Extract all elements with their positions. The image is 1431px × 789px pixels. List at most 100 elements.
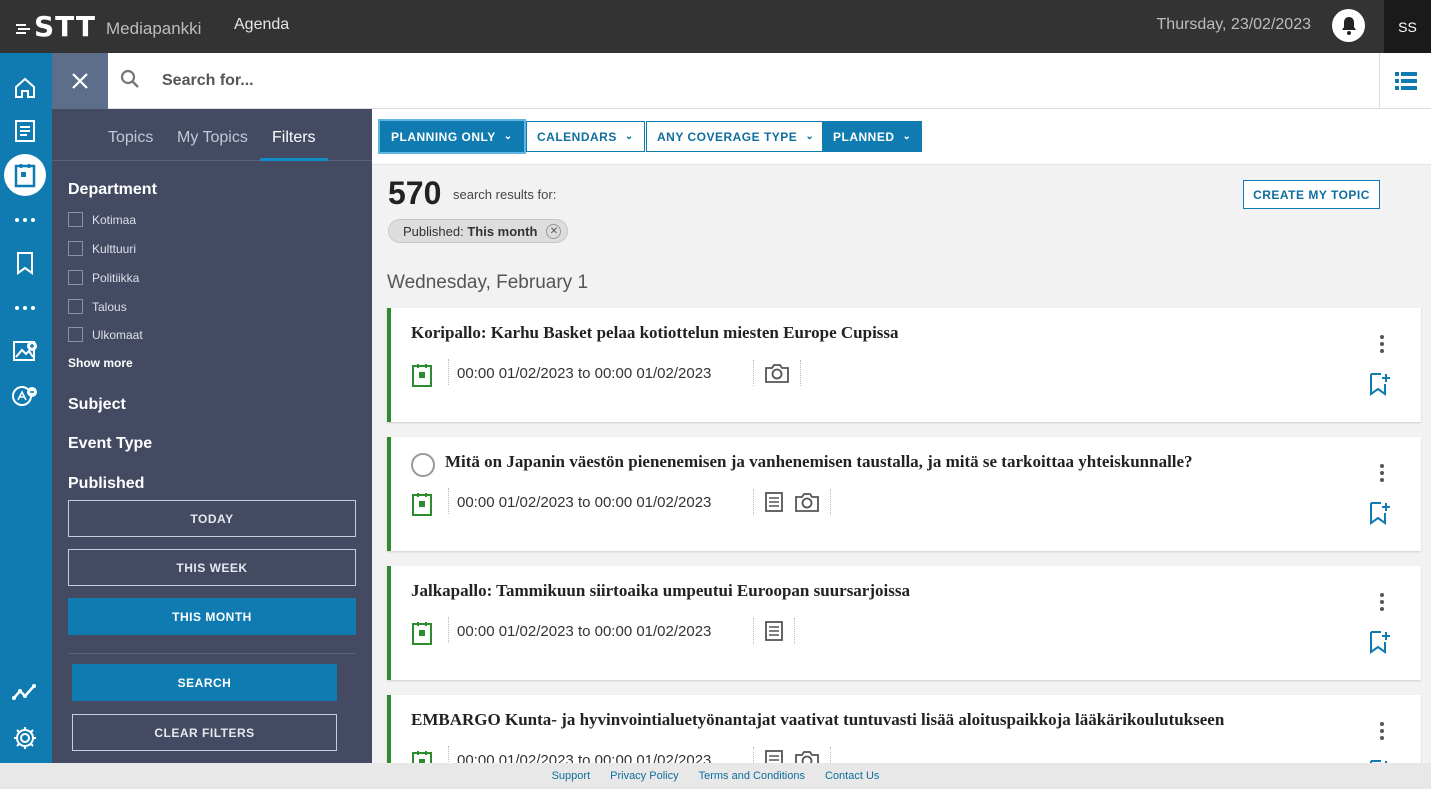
chevron-down-icon: ⌄ xyxy=(902,131,912,142)
event-type-title[interactable]: Event Type xyxy=(68,435,152,453)
checkbox[interactable] xyxy=(68,327,83,342)
search-button[interactable]: SEARCH xyxy=(72,664,337,701)
chevron-down-icon: ⌄ xyxy=(805,131,815,142)
planning-icon xyxy=(411,362,433,393)
filter-bar: PLANNING ONLY ⌄ CALENDARS ⌄ ANY COVERAGE T… xyxy=(372,109,1431,165)
subject-title[interactable]: Subject xyxy=(68,396,126,414)
published-title[interactable]: Published xyxy=(68,475,144,493)
close-icon xyxy=(72,73,88,89)
more-options-icon[interactable] xyxy=(1379,721,1385,746)
remove-filter-button[interactable]: ✕ xyxy=(546,224,562,239)
more-icon[interactable] xyxy=(10,293,40,323)
result-label: search results for: xyxy=(453,187,557,202)
divider xyxy=(68,653,356,654)
divider xyxy=(448,746,449,763)
search-icon xyxy=(120,69,140,94)
bookmark-add-icon[interactable] xyxy=(1369,372,1391,401)
brand-logo-text: STT xyxy=(34,10,97,43)
card-time: 00:00 01/02/2023 to 00:00 01/02/2023 xyxy=(457,752,712,763)
media-icon[interactable] xyxy=(10,336,40,366)
published-today-button[interactable]: TODAY xyxy=(68,500,356,537)
bookmark-add-icon[interactable] xyxy=(1369,501,1391,530)
camera-icon xyxy=(795,751,819,763)
planning-card[interactable]: Jalkapallo: Tammikuun siirtoaika umpeutu… xyxy=(387,566,1421,680)
department-option[interactable]: Talous xyxy=(68,299,127,314)
brand-logo: STT xyxy=(16,10,96,43)
department-option[interactable]: Politiikka xyxy=(68,270,139,285)
bookmark-add-icon[interactable] xyxy=(1369,630,1391,659)
planning-icon xyxy=(411,491,433,522)
wire-icon[interactable] xyxy=(10,116,40,146)
text-icon xyxy=(765,750,783,763)
bell-icon xyxy=(1341,16,1356,35)
terms-link[interactable]: Terms and Conditions xyxy=(699,770,805,782)
department-option[interactable]: Ulkomaat xyxy=(68,327,143,342)
checkbox[interactable] xyxy=(68,241,83,256)
gear-icon[interactable] xyxy=(10,723,40,753)
department-option[interactable]: Kotimaa xyxy=(68,212,136,227)
notifications-button[interactable] xyxy=(1332,9,1365,42)
coverage-type-dropdown[interactable]: ANY COVERAGE TYPE ⌄ xyxy=(646,121,826,152)
current-date: Thursday, 23/02/2023 xyxy=(1156,16,1311,33)
section-name[interactable]: Agenda xyxy=(234,16,289,34)
divider xyxy=(448,488,449,514)
support-link[interactable]: Support xyxy=(552,770,591,782)
checkbox[interactable] xyxy=(68,212,83,227)
chevron-down-icon: ⌄ xyxy=(503,131,513,142)
aapi-icon[interactable] xyxy=(10,381,40,411)
close-filters-button[interactable] xyxy=(52,53,108,109)
planning-card[interactable]: Koripallo: Karhu Basket pelaa kotiottelu… xyxy=(387,308,1421,422)
more-options-icon[interactable] xyxy=(1379,334,1385,359)
divider xyxy=(448,617,449,643)
chevron-down-icon: ⌄ xyxy=(624,131,634,142)
select-radio[interactable] xyxy=(411,453,435,477)
card-title[interactable]: Jalkapallo: Tammikuun siirtoaika umpeutu… xyxy=(411,581,910,601)
planned-dropdown[interactable]: PLANNED ⌄ xyxy=(822,121,923,152)
department-title[interactable]: Department xyxy=(68,181,157,199)
planning-icon xyxy=(411,620,433,651)
camera-icon xyxy=(795,493,819,512)
checkbox[interactable] xyxy=(68,299,83,314)
monitoring-icon[interactable] xyxy=(10,677,40,707)
sidebar-tabs: Topics My Topics Filters xyxy=(52,109,372,161)
contact-us-link[interactable]: Contact Us xyxy=(825,770,879,782)
privacy-policy-link[interactable]: Privacy Policy xyxy=(610,770,678,782)
department-option[interactable]: Kulttuuri xyxy=(68,241,136,256)
more-icon[interactable] xyxy=(10,205,40,235)
planning-icon xyxy=(411,749,433,763)
coverage-icons xyxy=(753,489,831,515)
results-area: PLANNING ONLY ⌄ CALENDARS ⌄ ANY COVERAGE T… xyxy=(372,109,1431,763)
bookmark-nav-icon[interactable] xyxy=(10,248,40,278)
calendars-dropdown[interactable]: CALENDARS ⌄ xyxy=(526,121,645,152)
coverage-icons xyxy=(753,747,831,763)
planning-card[interactable]: EMBARGO Kunta- ja hyvinvointialuetyönant… xyxy=(387,695,1421,763)
search-input[interactable] xyxy=(162,67,1342,95)
planning-only-dropdown[interactable]: PLANNING ONLY ⌄ xyxy=(380,121,524,152)
search-bar xyxy=(52,53,1431,109)
clear-filters-button[interactable]: CLEAR FILTERS xyxy=(72,714,337,751)
card-title[interactable]: Koripallo: Karhu Basket pelaa kotiottelu… xyxy=(411,323,899,343)
card-time: 00:00 01/02/2023 to 00:00 01/02/2023 xyxy=(457,623,712,640)
tab-topics[interactable]: Topics xyxy=(108,129,153,147)
tab-my-topics[interactable]: My Topics xyxy=(177,129,248,147)
more-options-icon[interactable] xyxy=(1379,463,1385,488)
active-tab-indicator xyxy=(260,158,328,161)
checkbox[interactable] xyxy=(68,270,83,285)
home-icon[interactable] xyxy=(10,73,40,103)
published-this-month-button[interactable]: THIS MONTH xyxy=(68,598,356,635)
agenda-nav-icon[interactable] xyxy=(4,154,46,196)
more-options-icon[interactable] xyxy=(1379,592,1385,617)
brand[interactable]: STT Mediapankki xyxy=(16,10,201,43)
card-time: 00:00 01/02/2023 to 00:00 01/02/2023 xyxy=(457,365,712,382)
list-view-toggle[interactable] xyxy=(1379,53,1431,109)
show-more-link[interactable]: Show more xyxy=(68,356,133,370)
card-title[interactable]: Mitä on Japanin väestön pienenemisen ja … xyxy=(445,452,1193,472)
published-this-week-button[interactable]: THIS WEEK xyxy=(68,549,356,586)
tab-filters[interactable]: Filters xyxy=(272,129,316,147)
user-avatar[interactable]: SS xyxy=(1384,0,1431,53)
footer: Support Privacy Policy Terms and Conditi… xyxy=(0,763,1431,789)
top-bar: STT Mediapankki Agenda Thursday, 23/02/2… xyxy=(0,0,1431,53)
planning-card[interactable]: Mitä on Japanin väestön pienenemisen ja … xyxy=(387,437,1421,551)
create-my-topic-button[interactable]: CREATE MY TOPIC xyxy=(1243,180,1380,209)
card-title[interactable]: EMBARGO Kunta- ja hyvinvointialuetyönant… xyxy=(411,710,1224,730)
